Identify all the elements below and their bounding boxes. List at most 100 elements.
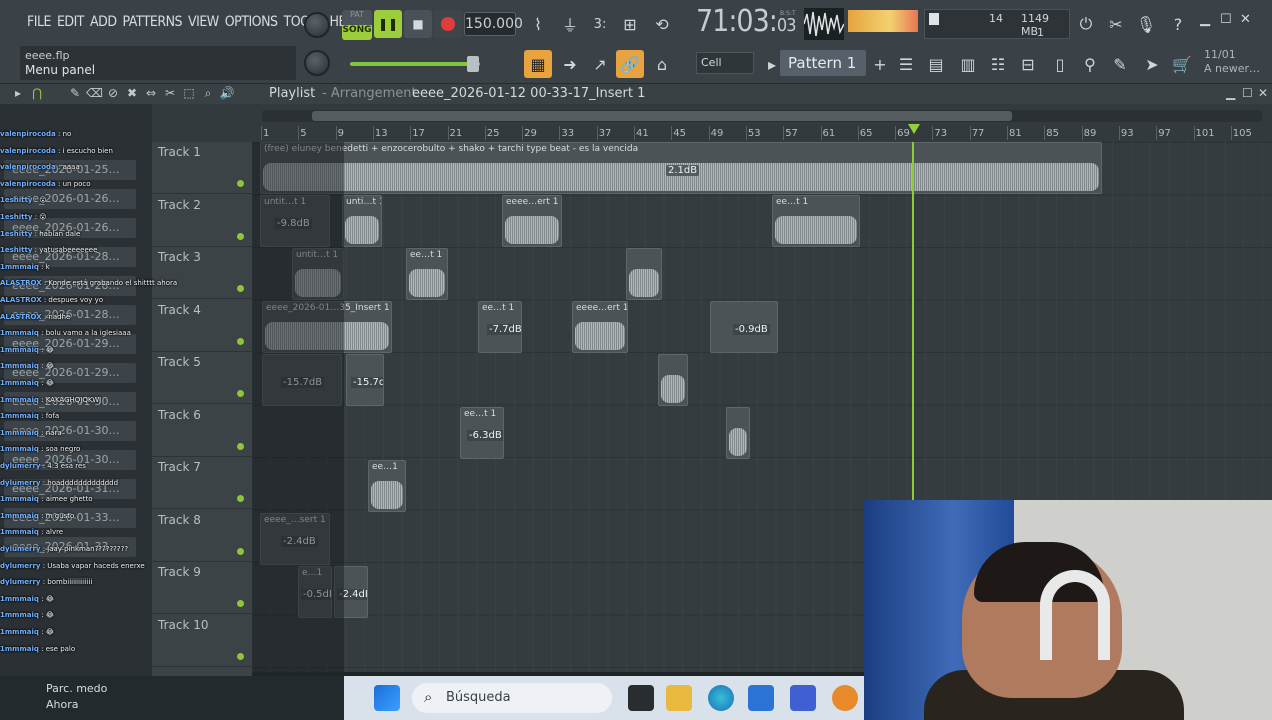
- clip-track2-c[interactable]: eeee…ert 1: [502, 195, 562, 247]
- rocket-icon[interactable]: ➤: [1138, 50, 1166, 78]
- master-volume-slider[interactable]: [350, 62, 480, 66]
- pattern-selector[interactable]: Pattern 1: [780, 50, 866, 76]
- master-pitch-knob[interactable]: [304, 50, 330, 76]
- menu-options[interactable]: OPTIONS: [222, 10, 281, 38]
- track-mute-led[interactable]: [237, 232, 244, 240]
- magnet-icon[interactable]: ⋂: [29, 86, 45, 102]
- microphone-icon[interactable]: 🎙: [1132, 10, 1160, 38]
- close-icon[interactable]: ✕: [1240, 12, 1251, 27]
- slip-icon[interactable]: ⇔: [143, 86, 159, 102]
- touch-icon[interactable]: ⚲: [1076, 50, 1104, 78]
- help-icon[interactable]: ?: [1164, 10, 1192, 38]
- track-mute-led[interactable]: [237, 337, 244, 345]
- step-edit-icon[interactable]: ⊞: [616, 10, 644, 38]
- terminal-icon[interactable]: [628, 685, 654, 711]
- track-header[interactable]: Track 8: [152, 510, 252, 562]
- track-mute-led[interactable]: [237, 285, 244, 292]
- track-header[interactable]: Track 4: [152, 300, 252, 352]
- clip-track5-c[interactable]: [658, 354, 688, 406]
- slide-icon[interactable]: ↗: [586, 50, 614, 78]
- tools-icon[interactable]: ✂: [1102, 10, 1130, 38]
- piano-roll-icon[interactable]: ▦: [524, 50, 552, 78]
- select-icon[interactable]: ⬚: [181, 86, 197, 102]
- mute-icon[interactable]: ✖: [124, 86, 140, 102]
- wait-icon[interactable]: ⏚: [556, 10, 584, 38]
- track-header[interactable]: Track 5: [152, 352, 252, 404]
- pat-song-toggle[interactable]: PAT SONG: [342, 10, 372, 40]
- loop-record-icon[interactable]: ⟲: [648, 10, 676, 38]
- clip-track2-d[interactable]: ee…t 1: [772, 195, 860, 247]
- playlist-minimize-icon[interactable]: ▁: [1226, 86, 1235, 100]
- menu-patterns[interactable]: PATTERNS: [120, 10, 186, 38]
- menu-file[interactable]: FILE: [24, 10, 54, 38]
- scrollbar-thumb[interactable]: [312, 111, 1012, 121]
- cart-icon[interactable]: 🛒: [1168, 50, 1196, 78]
- master-volume-knob[interactable]: [304, 12, 330, 38]
- menu-add[interactable]: ADD: [87, 10, 120, 38]
- power-icon[interactable]: ⏻: [1072, 10, 1100, 38]
- link-icon[interactable]: 🔗: [616, 50, 644, 78]
- news-panel[interactable]: 11/01 A newer…: [1204, 48, 1260, 76]
- stamp-icon[interactable]: ⌂: [648, 50, 676, 78]
- zoom-icon[interactable]: ⌕: [200, 86, 216, 102]
- clip-track2-b[interactable]: unti…t 1: [342, 195, 382, 247]
- pause-button[interactable]: ❚❚: [374, 10, 402, 38]
- track-mute-led[interactable]: [237, 600, 244, 607]
- track-header[interactable]: Track 9: [152, 562, 252, 614]
- tempo-display[interactable]: 150.000: [464, 12, 523, 36]
- track-header[interactable]: Track 7: [152, 457, 252, 509]
- clip-track1-beat[interactable]: (free) eluney benedetti + enzocerobulto …: [260, 142, 1102, 194]
- minimize-icon[interactable]: ▁: [1200, 12, 1210, 27]
- clip-track6-a[interactable]: ee…t 1 -6.3dB: [460, 407, 504, 459]
- track-mute-led[interactable]: [237, 390, 244, 397]
- menu-view[interactable]: VIEW: [185, 10, 222, 38]
- weather-widget[interactable]: Parc. medo Ahora: [0, 676, 344, 720]
- clip-track4-b[interactable]: ee…t 1 -7.7dB: [478, 301, 522, 353]
- clip-track5-b[interactable]: -15.7dB: [346, 354, 384, 406]
- browser-icon[interactable]: ⊟: [1014, 50, 1042, 78]
- paint-icon[interactable]: ⌫: [86, 86, 103, 102]
- playlist-icon[interactable]: ☰: [892, 50, 920, 78]
- draw-icon[interactable]: ✎: [67, 86, 83, 102]
- playback-icon[interactable]: 🔊: [219, 86, 235, 102]
- folder-icon[interactable]: [666, 685, 692, 711]
- countdown-icon[interactable]: 3:: [586, 10, 614, 38]
- fl-studio-icon[interactable]: [832, 685, 858, 711]
- clip-track4-d[interactable]: -0.9dB: [710, 301, 778, 353]
- timeline-ruler[interactable]: 1 5 9 13 17 21 25 29 33 37 41 45 49 53 57 61 65 69 73 77 81 8…: [152, 104, 1272, 142]
- menu-edit[interactable]: EDIT: [54, 10, 87, 38]
- piano-icon[interactable]: ▥: [954, 50, 982, 78]
- clip-track6-b[interactable]: [726, 407, 750, 459]
- maximize-icon[interactable]: ☐: [1220, 12, 1232, 27]
- track-header[interactable]: Track 1: [152, 142, 252, 194]
- windows-start-icon[interactable]: [374, 685, 400, 711]
- track-header[interactable]: Track 3: [152, 247, 252, 299]
- slice-icon[interactable]: ✂: [162, 86, 178, 102]
- playlist-close-icon[interactable]: ✕: [1258, 86, 1268, 100]
- master-volume-handle[interactable]: [467, 56, 479, 72]
- track-header[interactable]: Track 6: [152, 405, 252, 457]
- playhead-marker[interactable]: [908, 124, 920, 134]
- track-header[interactable]: Track 10: [152, 615, 252, 667]
- playlist-project[interactable]: eeee_2026-01-12 00-33-17_Insert 1: [412, 86, 645, 101]
- clip-track3-b[interactable]: ee…t 1: [406, 248, 448, 300]
- track-mute-led[interactable]: [237, 442, 244, 450]
- playlist-maximize-icon[interactable]: ☐: [1242, 86, 1253, 100]
- plugin-icon[interactable]: ▯: [1046, 50, 1074, 78]
- channel-rack-icon[interactable]: ▤: [922, 50, 950, 78]
- arrow-right-icon[interactable]: ➜: [556, 50, 584, 78]
- track-mute-led[interactable]: [237, 652, 244, 660]
- clip-track3-c[interactable]: [626, 248, 662, 300]
- taskbar-search[interactable]: ⌕ Búsqueda: [412, 683, 612, 713]
- snap-select[interactable]: Cell: [696, 52, 754, 74]
- metronome-icon[interactable]: ⌇: [524, 10, 552, 38]
- app-icon[interactable]: [790, 685, 816, 711]
- clip-track4-c[interactable]: eeee…ert 1: [572, 301, 628, 353]
- track-mute-led[interactable]: [237, 495, 244, 502]
- edge-icon[interactable]: [708, 685, 734, 711]
- delete-icon[interactable]: ⊘: [105, 86, 121, 102]
- store-icon[interactable]: [748, 685, 774, 711]
- track-header[interactable]: Track 2: [152, 195, 252, 247]
- play-arrow-icon[interactable]: ▸: [10, 86, 26, 102]
- playlist-arrangement[interactable]: - Arrangement: [322, 86, 417, 101]
